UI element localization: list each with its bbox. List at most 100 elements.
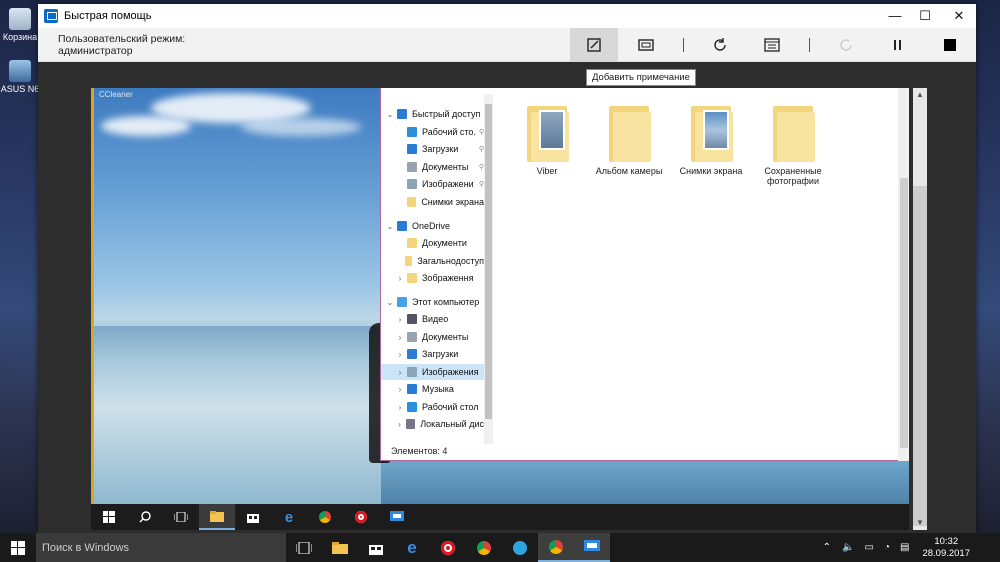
close-button[interactable]: ✕ xyxy=(944,4,974,28)
taskbar-task-view[interactable] xyxy=(286,533,322,562)
chrome-icon xyxy=(319,511,331,523)
star-icon xyxy=(397,109,407,119)
scroll-up-icon[interactable]: ▲ xyxy=(913,88,927,102)
nav-item[interactable]: › Документы xyxy=(381,329,484,345)
nav-item[interactable]: Загальнодоступ xyxy=(381,253,484,269)
nav-item[interactable]: › Видео xyxy=(381,311,484,327)
nav-item[interactable]: Изображени ⚲ xyxy=(381,176,484,192)
fit-screen-button[interactable] xyxy=(622,28,670,62)
system-tray: ⌃ 🔈 ▭ ◔ ▤ 10:32 28.09.2017 xyxy=(817,533,1000,562)
chrome-alt-icon xyxy=(549,539,563,554)
remote-scroll-thumb[interactable] xyxy=(913,186,927,526)
remote-store-button[interactable] xyxy=(235,504,271,530)
document-icon xyxy=(407,332,417,342)
chevron-icon[interactable]: › xyxy=(395,403,405,412)
clock[interactable]: 10:32 28.09.2017 xyxy=(922,536,970,560)
chevron-icon[interactable]: › xyxy=(395,274,405,283)
taskbar-file-explorer[interactable] xyxy=(322,533,358,562)
cloud xyxy=(101,116,191,136)
taskbar-quick-assist[interactable] xyxy=(574,533,610,562)
nav-item-label: OneDrive xyxy=(412,221,451,231)
nav-item[interactable]: Снимки экрана xyxy=(381,194,484,210)
nav-item[interactable]: › Рабочий стол xyxy=(381,399,484,415)
nav-item[interactable]: › Изображения xyxy=(381,364,484,380)
task-manager-button[interactable] xyxy=(748,28,796,62)
taskbar-edge[interactable]: e xyxy=(394,533,430,562)
power-icon[interactable]: ▭ xyxy=(865,542,874,553)
remote-task-view-button[interactable] xyxy=(163,504,199,530)
content-scroll-thumb[interactable] xyxy=(900,178,908,448)
nav-item[interactable]: Рабочий сто. ⚲ xyxy=(381,124,484,140)
restart-icon xyxy=(714,38,726,51)
nav-item[interactable]: Загрузки ⚲ xyxy=(381,141,484,157)
folder-icon xyxy=(771,106,815,162)
quick-assist-icon xyxy=(584,540,600,551)
user-mode-line1: Пользовательский режим: xyxy=(58,33,186,45)
status-bar: Элементов: 4 xyxy=(391,446,448,456)
remote-opera-button[interactable] xyxy=(343,504,379,530)
reconnect-button[interactable] xyxy=(822,28,870,62)
chevron-icon[interactable]: › xyxy=(395,420,404,429)
remote-edge-button[interactable]: e xyxy=(271,504,307,530)
nav-item[interactable]: Документи xyxy=(381,235,484,251)
chevron-icon[interactable]: › xyxy=(395,350,405,359)
folder-icon xyxy=(407,238,417,248)
chevron-icon[interactable]: › xyxy=(395,315,405,324)
start-button[interactable] xyxy=(0,533,36,562)
restart-button[interactable] xyxy=(696,28,744,62)
search-icon xyxy=(139,511,151,523)
taskbar-chrome-alt[interactable] xyxy=(538,533,574,562)
nav-item[interactable]: › Зображення xyxy=(381,270,484,286)
volume-icon[interactable]: 🔈 xyxy=(842,542,854,553)
nav-item-label: Видео xyxy=(422,314,449,324)
nav-item[interactable]: › Локальный дис xyxy=(381,416,484,432)
remote-view-scrollbar[interactable]: ▲ ▼ xyxy=(909,88,964,530)
annotate-button[interactable] xyxy=(570,28,618,62)
pause-button[interactable] xyxy=(874,28,922,62)
chevron-icon[interactable]: › xyxy=(395,333,405,342)
desktop-icon-asus[interactable]: ASUS N6 xyxy=(0,60,40,94)
desktop-icon-recycle-bin[interactable]: Корзина xyxy=(0,8,40,42)
taskbar-chrome[interactable] xyxy=(466,533,502,562)
reconnect-icon xyxy=(840,39,852,51)
folder-saved-pictures[interactable]: Сохраненные фотографии xyxy=(752,106,834,186)
remote-file-explorer-button[interactable] xyxy=(199,504,235,530)
folder-label: Альбом камеры xyxy=(595,166,663,176)
scroll-down-icon[interactable]: ▼ xyxy=(913,516,927,530)
folder-screenshots[interactable]: Снимки экрана xyxy=(670,106,752,176)
nav-item[interactable]: ⌄ Быстрый доступ xyxy=(381,106,484,122)
maximize-button[interactable]: ☐ xyxy=(910,4,940,28)
chevron-up-icon[interactable]: ⌃ xyxy=(823,542,831,553)
taskbar-telegram[interactable] xyxy=(502,533,538,562)
nav-item[interactable]: › Загрузки xyxy=(381,346,484,362)
remote-start-button[interactable] xyxy=(91,504,127,530)
taskbar-store[interactable] xyxy=(358,533,394,562)
taskbar-search-box[interactable]: Поиск в Windows xyxy=(36,533,286,562)
store-icon xyxy=(369,544,383,555)
remote-chrome-button[interactable] xyxy=(307,504,343,530)
remote-screen[interactable]: CCleaner ⌄ Быстрый доступ Рабочий сто. ⚲ Заг… xyxy=(91,88,964,530)
nav-item[interactable]: ⌄ OneDrive xyxy=(381,218,484,234)
chevron-icon[interactable]: › xyxy=(395,385,405,394)
taskbar-opera[interactable] xyxy=(430,533,466,562)
minimize-button[interactable]: — xyxy=(880,4,910,28)
folder-camera-roll[interactable]: Альбом камеры xyxy=(588,106,670,176)
nav-item[interactable]: Документы ⚲ xyxy=(381,159,484,175)
nav-item[interactable]: ⌄ Этот компьютер xyxy=(381,294,484,310)
chevron-icon[interactable]: ⌄ xyxy=(385,110,395,119)
remote-quick-assist-button[interactable] xyxy=(379,504,415,530)
keyboard-icon[interactable]: ▤ xyxy=(900,542,909,553)
network-icon[interactable]: ◔ xyxy=(884,542,890,553)
nav-scrollbar[interactable] xyxy=(484,94,493,444)
nav-item-label: Документы xyxy=(422,332,469,342)
nav-scroll-thumb[interactable] xyxy=(485,104,492,419)
chevron-icon[interactable]: ⌄ xyxy=(385,222,395,231)
drive-icon xyxy=(406,419,416,429)
desktop-icon xyxy=(407,127,417,137)
chevron-icon[interactable]: ⌄ xyxy=(385,298,395,307)
chevron-icon[interactable]: › xyxy=(395,368,405,377)
stop-button[interactable] xyxy=(926,28,974,62)
nav-item[interactable]: › Музыка xyxy=(381,381,484,397)
remote-search-button[interactable] xyxy=(127,504,163,530)
folder-viber[interactable]: Viber xyxy=(506,106,588,176)
